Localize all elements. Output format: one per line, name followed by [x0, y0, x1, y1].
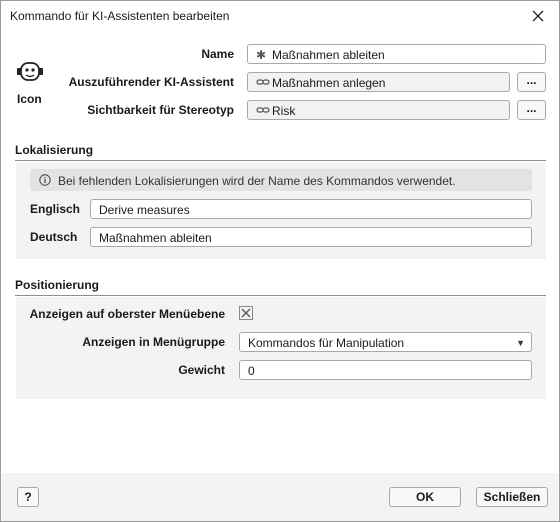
top-menu-checkbox[interactable] — [239, 306, 253, 320]
link-icon — [256, 76, 272, 90]
link-icon — [256, 104, 272, 118]
dropdown-arrow-icon: ▼ — [516, 338, 525, 348]
ok-button[interactable]: OK — [389, 487, 461, 507]
localization-divider — [15, 160, 546, 161]
visibility-label: Sichtbarkeit für Stereotyp — [87, 103, 234, 117]
localization-german-label: Deutsch — [30, 230, 78, 244]
localization-info-bar: Bei fehlenden Lokalisierungen wird der N… — [30, 169, 532, 191]
localization-english-value: Derive measures — [99, 203, 190, 217]
menu-group-label: Anzeigen in Menügruppe — [82, 335, 225, 349]
localization-english-label: Englisch — [30, 202, 81, 216]
assistant-browse-button[interactable]: ... — [517, 72, 546, 92]
window-title: Kommando für KI-Assistenten bearbeiten — [10, 9, 230, 23]
localization-title: Lokalisierung — [15, 143, 94, 157]
menu-group-select[interactable]: Kommandos für Manipulation ▼ — [239, 332, 532, 352]
info-icon — [39, 174, 51, 186]
dialog-footer: ? OK Schließen — [2, 473, 558, 521]
weight-field[interactable]: 0 — [239, 360, 532, 380]
close-button[interactable]: Schließen — [476, 487, 548, 507]
assistant-field[interactable]: Maßnahmen anlegen — [247, 72, 510, 92]
menu-group-value: Kommandos für Manipulation — [248, 336, 405, 350]
title-bar: Kommando für KI-Assistenten bearbeiten — [1, 1, 559, 31]
icon-label: Icon — [17, 92, 42, 106]
top-menu-label: Anzeigen auf oberster Menüebene — [29, 307, 225, 321]
assistant-label: Auszuführender KI-Assistent — [68, 75, 234, 89]
weight-value: 0 — [248, 364, 255, 378]
positioning-title: Positionierung — [15, 278, 99, 292]
localization-german-field[interactable]: Maßnahmen ableiten — [90, 227, 532, 247]
dialog-window: Kommando für KI-Assistenten bearbeiten I… — [0, 0, 560, 522]
visibility-value: Risk — [272, 104, 296, 118]
positioning-divider — [15, 295, 546, 296]
localization-info-text: Bei fehlenden Lokalisierungen wird der N… — [58, 174, 456, 188]
assistant-value: Maßnahmen anlegen — [272, 76, 386, 90]
name-field[interactable]: ✱ Maßnahmen ableiten — [247, 44, 546, 64]
close-icon[interactable] — [529, 7, 547, 25]
name-value: Maßnahmen ableiten — [272, 48, 385, 62]
visibility-browse-button[interactable]: ... — [517, 100, 546, 120]
name-label: Name — [201, 47, 234, 61]
checkmark-x-icon — [241, 308, 251, 318]
weight-label: Gewicht — [178, 363, 225, 377]
localization-english-field[interactable]: Derive measures — [90, 199, 532, 219]
help-button[interactable]: ? — [17, 487, 39, 507]
visibility-field[interactable]: Risk — [247, 100, 510, 120]
localization-german-value: Maßnahmen ableiten — [99, 231, 212, 245]
required-asterisk-icon: ✱ — [256, 48, 267, 62]
